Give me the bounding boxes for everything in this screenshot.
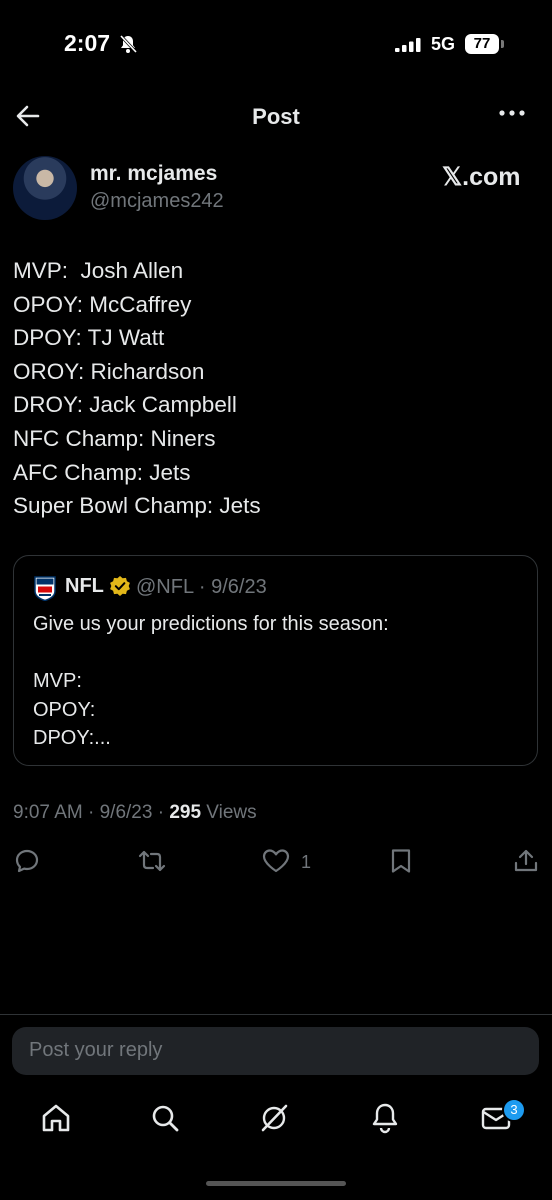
- page-title: Post: [252, 104, 300, 129]
- post-line: NFC Champ: Niners: [13, 425, 216, 451]
- search-icon[interactable]: [149, 1102, 181, 1134]
- quoted-text: Give us your predictions for this season…: [33, 613, 389, 749]
- cellular-signal-icon: [395, 38, 421, 52]
- verified-badge-icon: [110, 576, 130, 596]
- post-line: DROY: Jack Campbell: [13, 392, 237, 418]
- repost-icon[interactable]: [137, 848, 167, 874]
- like-icon[interactable]: [261, 848, 291, 874]
- reply-input[interactable]: Post your reply: [12, 1027, 539, 1075]
- quoted-post[interactable]: NFL @NFL · 9/6/23 Give us your predictio…: [13, 555, 538, 766]
- battery-indicator: 77: [465, 34, 499, 54]
- watermark-logo: 𝕏.com: [442, 163, 521, 191]
- post-actions: 1: [0, 844, 552, 880]
- quoted-handle-date: @NFL · 9/6/23: [136, 576, 267, 598]
- views-label: Views: [201, 802, 257, 823]
- network-type: 5G: [431, 34, 456, 54]
- reply-icon[interactable]: [14, 848, 40, 874]
- author-name[interactable]: mr. mcjames: [90, 162, 217, 186]
- post-meta: 9:07 AM · 9/6/23 · 295 Views: [13, 802, 257, 824]
- post-line: Super Bowl Champ: Jets: [13, 493, 261, 519]
- notifications-icon[interactable]: [369, 1102, 401, 1134]
- status-bar: 2:07 5G 77: [0, 0, 552, 90]
- like-count: 1: [301, 852, 312, 872]
- post-line: AFC Champ: Jets: [13, 459, 191, 485]
- post-text: MVP: Josh Allen OPOY: McCaffrey DPOY: TJ…: [13, 254, 533, 523]
- post-line: OPOY: McCaffrey: [13, 291, 192, 317]
- bookmark-icon[interactable]: [389, 848, 413, 874]
- bottom-tab-bar: [0, 1092, 552, 1152]
- more-icon[interactable]: [498, 108, 526, 118]
- top-bar: Post: [0, 92, 552, 140]
- quoted-author-name: NFL: [65, 575, 104, 597]
- status-time: 2:07: [64, 30, 111, 56]
- post-timestamp: 9:07 AM · 9/6/23 ·: [13, 802, 170, 823]
- share-icon[interactable]: [513, 848, 539, 874]
- battery-tip: [501, 40, 504, 48]
- silent-mode-icon: [119, 34, 138, 54]
- post-line: MVP: Josh Allen: [13, 258, 184, 283]
- messages-badge: 3: [502, 1098, 526, 1122]
- divider: [0, 1014, 552, 1015]
- home-indicator: [206, 1181, 346, 1186]
- views-count: 295: [169, 802, 202, 823]
- nfl-logo-icon: [34, 576, 56, 601]
- post-line: DPOY: TJ Watt: [13, 325, 165, 351]
- reply-placeholder: Post your reply: [29, 1039, 163, 1061]
- avatar[interactable]: [13, 156, 77, 220]
- home-icon[interactable]: [40, 1102, 72, 1134]
- post-line: OROY: Richardson: [13, 358, 205, 384]
- grok-icon[interactable]: [258, 1102, 290, 1134]
- author-handle[interactable]: @mcjames242: [90, 190, 224, 213]
